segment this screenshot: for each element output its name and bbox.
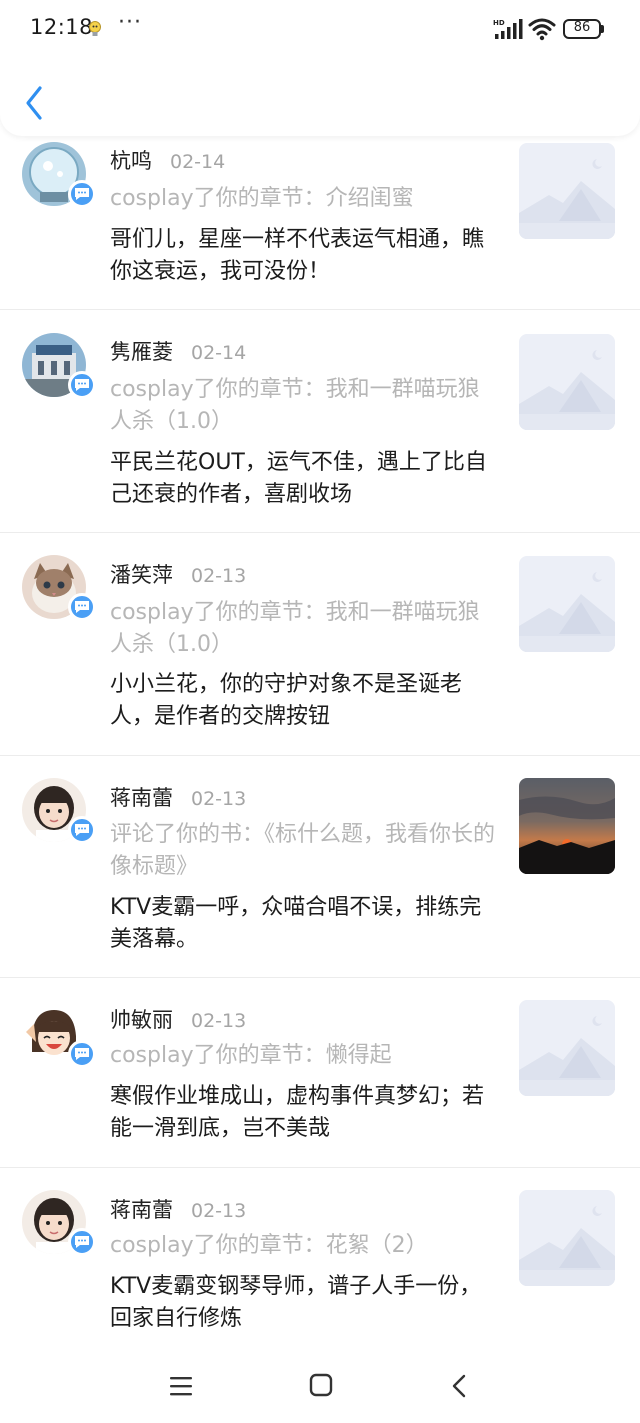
comment-badge-icon	[68, 371, 96, 399]
comment-text: 平民兰花OUT，运气不佳，遇上了比自己还衰的作者，喜剧收场	[110, 450, 487, 507]
chapter-thumbnail[interactable]	[519, 556, 615, 652]
action-text[interactable]: cosplay了你的章节：我和一群喵玩狼人杀（1.0）	[110, 374, 500, 438]
lightbulb-icon	[87, 20, 103, 38]
avatar[interactable]	[22, 778, 96, 844]
avatar[interactable]	[22, 142, 96, 208]
back-button[interactable]	[18, 82, 54, 124]
avatar[interactable]	[22, 333, 96, 399]
name-row: 隽雁菱 02-14	[110, 336, 246, 366]
list-item[interactable]: 蒋南蕾 02-13 评论了你的书：《标什么题，我看你长的像标题》 KTV麦霸一呼，…	[0, 756, 640, 978]
menu-button[interactable]	[167, 1372, 195, 1400]
user-name[interactable]: 帅敏丽	[110, 1008, 173, 1032]
chapter-thumbnail[interactable]	[519, 1000, 615, 1096]
signal-icon: HD	[493, 18, 523, 40]
back-arrow-icon	[452, 1374, 466, 1398]
list-item[interactable]: 杭鸣 02-14 cosplay了你的章节：介绍闺蜜 哥们儿，星座一样不代表运气相…	[0, 136, 640, 310]
user-name[interactable]: 蒋南蕾	[110, 786, 173, 810]
date-label: 02-13	[191, 565, 247, 587]
name-row: 杭鸣 02-14	[110, 145, 225, 175]
home-square-icon	[309, 1373, 333, 1397]
list-item[interactable]: 潘笑萍 02-13 cosplay了你的章节：我和一群喵玩狼人杀（1.0） 小小兰…	[0, 533, 640, 756]
user-name[interactable]: 蒋南蕾	[110, 1198, 173, 1222]
battery-icon: 86	[563, 19, 605, 39]
comment-text: 寒假作业堆成山，虚构事件真梦幻；若能一滑到底，岂不美哉	[110, 1084, 485, 1141]
wifi-icon	[528, 17, 556, 41]
more-notifications-icon: ···	[118, 10, 142, 35]
list-item[interactable]: 蒋南蕾 02-13 cosplay了你的章节：花絮（2） KTV麦霸变钢琴导师，谱…	[0, 1168, 640, 1368]
status-time: 12:18	[30, 15, 94, 39]
comment-text: KTV麦霸变钢琴导师，谱子人手一份，回家自行修炼	[110, 1274, 482, 1331]
list-item[interactable]: 帅敏丽 02-13 cosplay了你的章节：懒得起 寒假作业堆成山，虚构事件真梦…	[0, 978, 640, 1168]
name-row: 帅敏丽 02-13	[110, 1004, 246, 1034]
system-nav-bar	[0, 1350, 640, 1423]
name-row: 潘笑萍 02-13	[110, 559, 246, 589]
comment-badge-icon	[68, 1040, 96, 1068]
status-bar: 12:18 ··· HD 86	[0, 0, 640, 56]
avatar[interactable]	[22, 1190, 96, 1256]
date-label: 02-14	[191, 342, 247, 364]
chapter-thumbnail[interactable]	[519, 1190, 615, 1286]
chapter-thumbnail[interactable]	[519, 143, 615, 239]
comment-badge-icon	[68, 1228, 96, 1256]
date-label: 02-13	[191, 1200, 247, 1222]
user-name[interactable]: 隽雁菱	[110, 340, 173, 364]
comment-badge-icon	[68, 180, 96, 208]
user-name[interactable]: 潘笑萍	[110, 563, 173, 587]
comment-text: 哥们儿，星座一样不代表运气相通，瞧你这衰运，我可没份！	[110, 227, 485, 284]
comment-text: KTV麦霸一呼，众喵合唱不误，排练完美落幕。	[110, 895, 482, 952]
date-label: 02-13	[191, 1010, 247, 1032]
comment-badge-icon	[68, 816, 96, 844]
menu-icon	[170, 1377, 192, 1396]
action-text[interactable]: cosplay了你的章节：花絮（2）	[110, 1230, 500, 1262]
name-row: 蒋南蕾 02-13	[110, 782, 246, 812]
comment-text: 小小兰花，你的守护对象不是圣诞老人，是作者的交牌按钮	[110, 672, 463, 729]
action-text[interactable]: cosplay了你的章节：介绍闺蜜	[110, 183, 500, 215]
chevron-left-icon	[26, 86, 42, 120]
list-item[interactable]: 隽雁菱 02-14 cosplay了你的章节：我和一群喵玩狼人杀（1.0） 平民兰…	[0, 310, 640, 533]
chapter-thumbnail[interactable]	[519, 334, 615, 430]
name-row: 蒋南蕾 02-13	[110, 1194, 246, 1224]
book-cover-thumbnail[interactable]	[519, 778, 615, 874]
avatar[interactable]	[22, 555, 96, 621]
date-label: 02-14	[170, 151, 226, 173]
comment-badge-icon	[68, 593, 96, 621]
action-text[interactable]: 评论了你的书：《标什么题，我看你长的像标题》	[110, 819, 500, 883]
battery-level: 86	[573, 20, 591, 35]
system-back-button[interactable]	[447, 1372, 473, 1400]
avatar[interactable]	[22, 1002, 96, 1068]
date-label: 02-13	[191, 788, 247, 810]
action-text[interactable]: cosplay了你的章节：懒得起	[110, 1040, 500, 1072]
top-bar: 12:18 ··· HD 86	[0, 0, 640, 136]
user-name[interactable]: 杭鸣	[110, 149, 152, 173]
network-type-label: HD	[493, 19, 505, 27]
home-button[interactable]	[308, 1372, 334, 1398]
action-text[interactable]: cosplay了你的章节：我和一群喵玩狼人杀（1.0）	[110, 597, 500, 661]
